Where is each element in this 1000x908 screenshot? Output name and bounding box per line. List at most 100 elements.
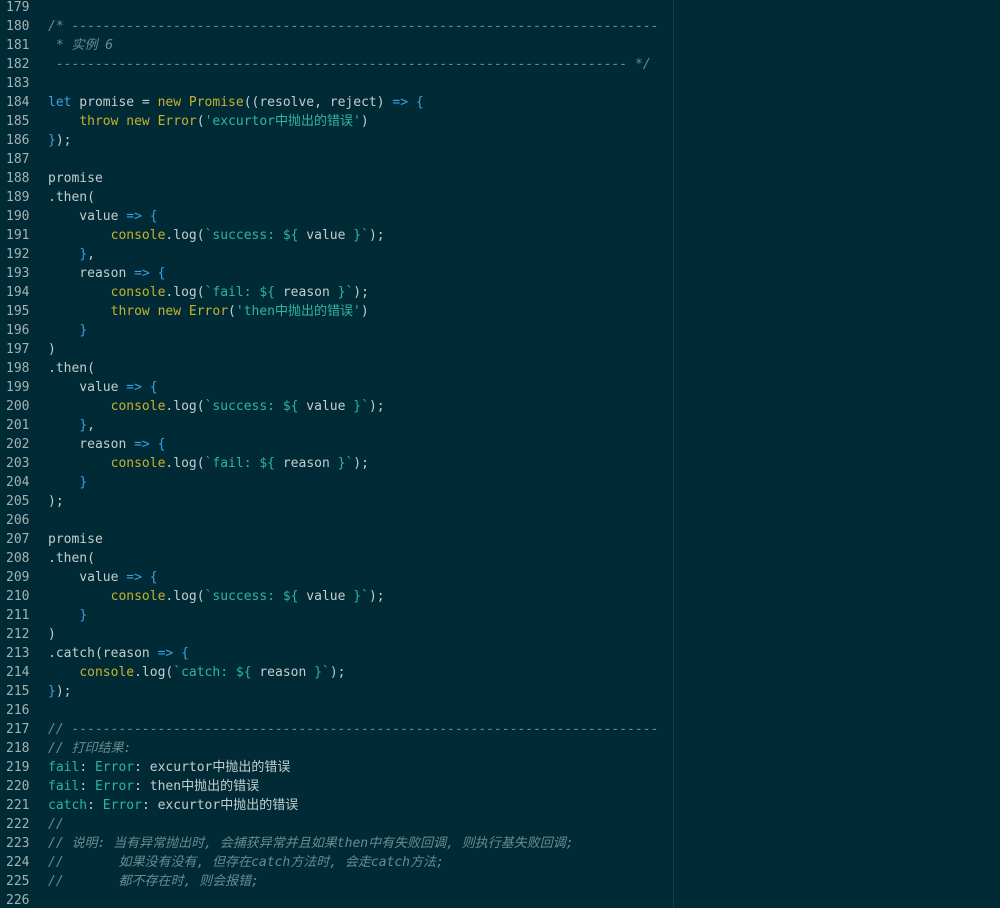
code-line[interactable]: // 说明: 当有异常抛出时, 会捕获异常并且如果then中有失败回调, 则执行… xyxy=(44,834,1000,853)
code-token: => xyxy=(392,95,409,110)
print-margin-line xyxy=(673,0,674,908)
code-line-content: * 实例 6 xyxy=(48,36,113,55)
code-line[interactable]: reason => { xyxy=(44,435,1000,454)
code-token: { xyxy=(157,266,166,281)
code-line[interactable]: // 打印结果: xyxy=(44,739,1000,758)
code-line[interactable]: ) xyxy=(44,625,1000,644)
code-line[interactable]: catch: Error: excurtor中抛出的错误 xyxy=(44,796,1000,815)
line-number: 214 xyxy=(6,665,30,680)
code-line[interactable] xyxy=(44,0,1000,17)
line-number: 202 xyxy=(6,437,30,452)
code-line-content: ----------------------------------------… xyxy=(48,55,651,74)
code-line[interactable]: .then( xyxy=(44,188,1000,207)
code-line-content: fail: Error: then中抛出的错误 xyxy=(48,777,259,796)
line-number: 221 xyxy=(6,798,30,813)
code-line[interactable] xyxy=(44,511,1000,530)
code-line[interactable]: ); xyxy=(44,492,1000,511)
line-number-row: 208 xyxy=(0,549,44,568)
code-token: }` xyxy=(314,665,330,680)
code-token: value xyxy=(48,380,127,395)
code-area[interactable]: /* -------------------------------------… xyxy=(44,0,1000,908)
code-line[interactable]: console.log(`success: ${ value }`); xyxy=(44,587,1000,606)
code-token: // xyxy=(48,817,64,832)
code-line[interactable]: .then( xyxy=(44,359,1000,378)
code-line[interactable]: }, xyxy=(44,245,1000,264)
code-line[interactable] xyxy=(44,891,1000,908)
code-token: ); xyxy=(48,494,64,509)
code-token: .log( xyxy=(165,589,205,604)
code-line-content: value => { xyxy=(48,207,157,226)
line-number-row: 183 xyxy=(0,74,44,93)
code-line-content: }); xyxy=(48,131,71,150)
code-line-content: // 打印结果: xyxy=(48,739,131,758)
code-line[interactable]: console.log(`catch: ${ reason }`); xyxy=(44,663,1000,682)
code-line[interactable]: // 都不存在时, 则会报错; xyxy=(44,872,1000,891)
code-line[interactable]: console.log(`fail: ${ reason }`); xyxy=(44,283,1000,302)
code-line[interactable]: let promise = new Promise((resolve, reje… xyxy=(44,93,1000,112)
line-number: 205 xyxy=(6,494,30,509)
code-line[interactable]: }); xyxy=(44,682,1000,701)
code-line-content: // 如果没有没有, 但存在catch方法时, 会走catch方法; xyxy=(48,853,444,872)
code-line[interactable]: console.log(`fail: ${ reason }`); xyxy=(44,454,1000,473)
code-token: ); xyxy=(368,399,385,414)
code-line[interactable]: // -------------------------------------… xyxy=(44,720,1000,739)
code-line[interactable]: console.log(`success: ${ value }`); xyxy=(44,226,1000,245)
code-line[interactable]: ) xyxy=(44,340,1000,359)
code-line[interactable]: // xyxy=(44,815,1000,834)
code-line[interactable]: promise xyxy=(44,169,1000,188)
code-token: .then( xyxy=(48,190,95,205)
line-number-row: 204 xyxy=(0,473,44,492)
code-line-content: /* -------------------------------------… xyxy=(48,17,658,36)
code-line-content: // -------------------------------------… xyxy=(48,720,658,739)
code-token: reason xyxy=(275,456,338,471)
code-line[interactable] xyxy=(44,701,1000,720)
line-number-row: 182 xyxy=(0,55,44,74)
code-line-content: }, xyxy=(48,245,95,264)
line-number: 210 xyxy=(6,589,30,604)
line-number: 186 xyxy=(6,133,30,148)
code-line[interactable] xyxy=(44,150,1000,169)
line-number: 197 xyxy=(6,342,30,357)
code-line[interactable]: fail: Error: then中抛出的错误 xyxy=(44,777,1000,796)
code-line[interactable]: // 如果没有没有, 但存在catch方法时, 会走catch方法; xyxy=(44,853,1000,872)
code-line[interactable]: value => { xyxy=(44,378,1000,397)
code-line[interactable] xyxy=(44,74,1000,93)
line-number-row: 192 xyxy=(0,245,44,264)
code-line[interactable]: value => { xyxy=(44,568,1000,587)
line-number-row: 219 xyxy=(0,758,44,777)
code-line[interactable]: } xyxy=(44,321,1000,340)
code-line[interactable]: promise xyxy=(44,530,1000,549)
code-line[interactable]: ----------------------------------------… xyxy=(44,55,1000,74)
code-line[interactable]: } xyxy=(44,606,1000,625)
code-line[interactable]: .then( xyxy=(44,549,1000,568)
code-line[interactable]: }, xyxy=(44,416,1000,435)
code-token: ); xyxy=(353,456,369,471)
code-token: { xyxy=(157,437,166,452)
code-line[interactable]: }); xyxy=(44,131,1000,150)
code-line[interactable]: reason => { xyxy=(44,264,1000,283)
line-number-row: 210 xyxy=(0,587,44,606)
code-line[interactable]: throw new Error('then中抛出的错误') xyxy=(44,302,1000,321)
line-number: 222 xyxy=(6,817,30,832)
code-line[interactable]: value => { xyxy=(44,207,1000,226)
code-token: .log( xyxy=(165,399,205,414)
line-number-row: 214 xyxy=(0,663,44,682)
code-line[interactable]: .catch(reason => { xyxy=(44,644,1000,663)
code-line[interactable]: } xyxy=(44,473,1000,492)
code-token: // 打印结果: xyxy=(48,741,132,756)
code-editor[interactable]: 179 180 181 182 183 184 185 186 187 188 189 190 191 1… xyxy=(0,0,1000,908)
code-token: ); xyxy=(368,228,385,243)
code-token: value xyxy=(48,209,127,224)
code-line-content: } xyxy=(48,473,87,492)
line-number: 208 xyxy=(6,551,30,566)
code-line[interactable]: fail: Error: excurtor中抛出的错误 xyxy=(44,758,1000,777)
code-line[interactable]: /* -------------------------------------… xyxy=(44,17,1000,36)
code-line[interactable]: * 实例 6 xyxy=(44,36,1000,55)
code-line[interactable]: console.log(`success: ${ value }`); xyxy=(44,397,1000,416)
code-line[interactable]: throw new Error('excurtor中抛出的错误') xyxy=(44,112,1000,131)
code-token: `catch: ${ xyxy=(173,665,252,680)
